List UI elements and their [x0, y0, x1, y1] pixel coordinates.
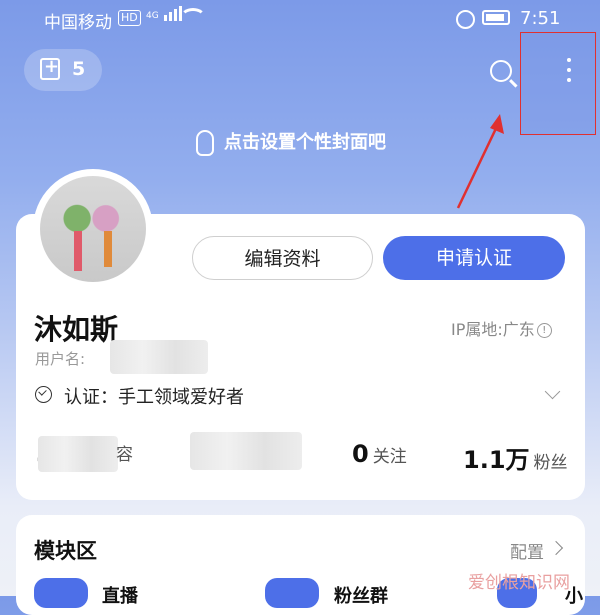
apply-certification-button[interactable]: 申请认证 [383, 236, 565, 280]
red-arrow-annotation [456, 114, 504, 209]
info-icon[interactable]: ! [536, 323, 552, 338]
fans-count: 1.1万 [463, 446, 530, 474]
edit-profile-button[interactable]: 编辑资料 [192, 236, 373, 280]
avatar[interactable] [33, 169, 153, 289]
stat-content-blurred [38, 436, 118, 472]
bookmark-button[interactable]: 5 [24, 49, 102, 91]
modules-title: 模块区 [34, 539, 97, 563]
stat-following[interactable]: 0 关注 [352, 440, 407, 468]
status-bar: 中国移动 HD 4G 7:51 [0, 6, 600, 34]
tap-hand-icon [196, 130, 214, 156]
highlight-box [520, 32, 596, 135]
signal-icon: 4G [146, 6, 184, 21]
fan-group-module-icon[interactable] [265, 578, 319, 608]
following-label: 关注 [372, 447, 407, 467]
certification-text: 认证：手工领域爱好者 [64, 387, 244, 408]
stat-fans[interactable]: 1.1万 粉丝 [463, 440, 568, 475]
more-options-icon[interactable] [559, 58, 579, 88]
cover-hint-text: 点击设置个性封面吧 [224, 132, 386, 153]
carrier-name: 中国移动 [44, 13, 112, 33]
battery-icon [482, 10, 510, 25]
certification-check-icon [35, 386, 52, 403]
hd-badge: HD [118, 10, 141, 26]
bookmark-count: 5 [72, 58, 86, 80]
ip-location-text: IP属地:广东 [451, 320, 535, 339]
stat-content-label: 容 [116, 445, 133, 465]
wifi-icon [180, 8, 206, 28]
module-live[interactable]: 直播 [102, 582, 138, 608]
ip-location[interactable]: IP属地:广东! [451, 316, 552, 340]
watermark: 爱创根知识网 [468, 573, 570, 593]
modules-config-link[interactable]: 配置 [510, 538, 544, 563]
live-module-icon[interactable] [34, 578, 88, 608]
cover-hint[interactable]: 点击设置个性封面吧 [196, 128, 386, 156]
profile-name: 沐如斯 [34, 313, 119, 346]
search-icon[interactable] [490, 60, 512, 82]
network-type: 4G [146, 11, 159, 21]
clock: 7:51 [520, 8, 561, 29]
following-count: 0 [352, 440, 369, 468]
avatar-image [40, 176, 146, 282]
username-label: 用户名: [35, 350, 86, 368]
alarm-icon [456, 10, 475, 29]
username-blurred [110, 340, 208, 374]
stat-likes-blurred [190, 432, 302, 470]
bookmark-add-icon [40, 56, 60, 80]
fans-label: 粉丝 [533, 453, 568, 473]
module-fan-group[interactable]: 粉丝群 [334, 582, 388, 608]
